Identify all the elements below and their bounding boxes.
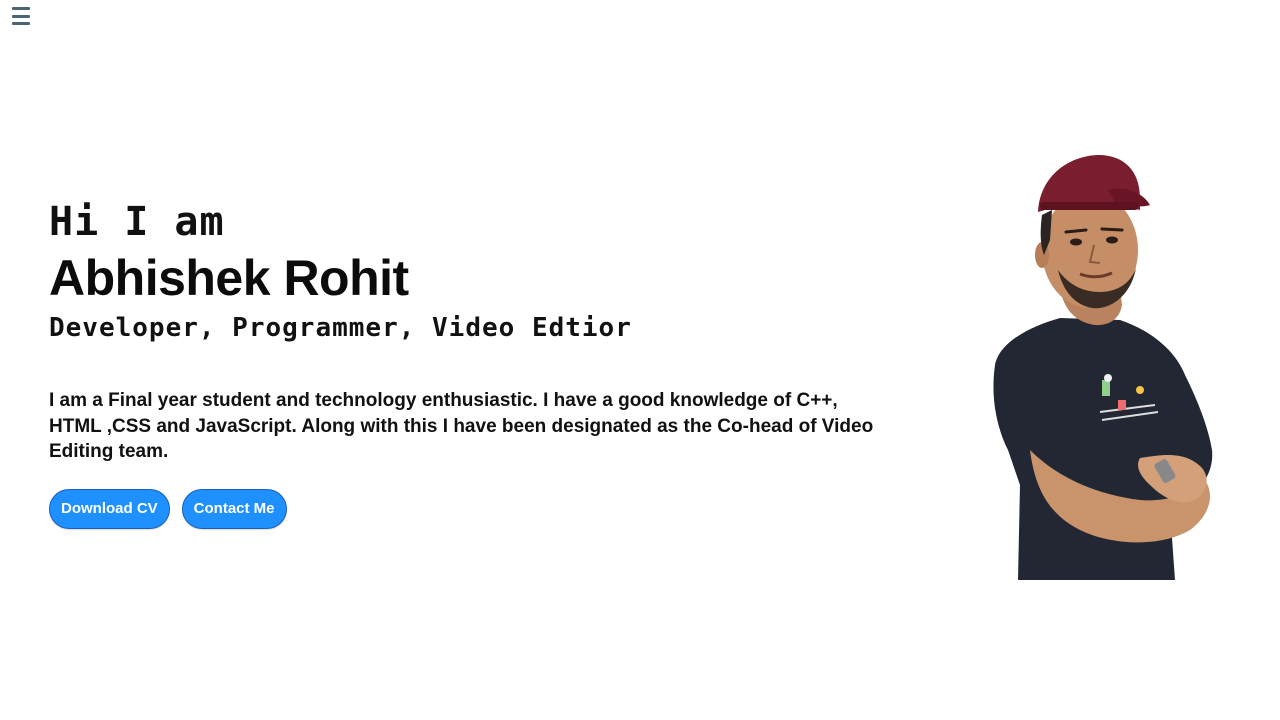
menu-bar — [12, 14, 30, 18]
hero-section: Hi I am Abhishek Rohit Developer, Progra… — [49, 196, 889, 529]
menu-bar — [12, 7, 30, 10]
greeting-text: Hi I am — [49, 199, 225, 245]
menu-bar — [12, 22, 30, 25]
cta-buttons: Download CV Contact Me — [49, 488, 889, 529]
person-name: Abhishek Rohit — [49, 250, 409, 306]
portrait-photo — [993, 155, 1213, 580]
hamburger-menu-icon[interactable] — [12, 7, 32, 25]
bio-paragraph: I am a Final year student and technology… — [49, 390, 874, 462]
download-cv-button[interactable]: Download CV — [49, 488, 170, 529]
contact-me-button[interactable]: Contact Me — [181, 488, 287, 529]
roles-text: Developer, Programmer, Video Edtior — [49, 313, 632, 343]
